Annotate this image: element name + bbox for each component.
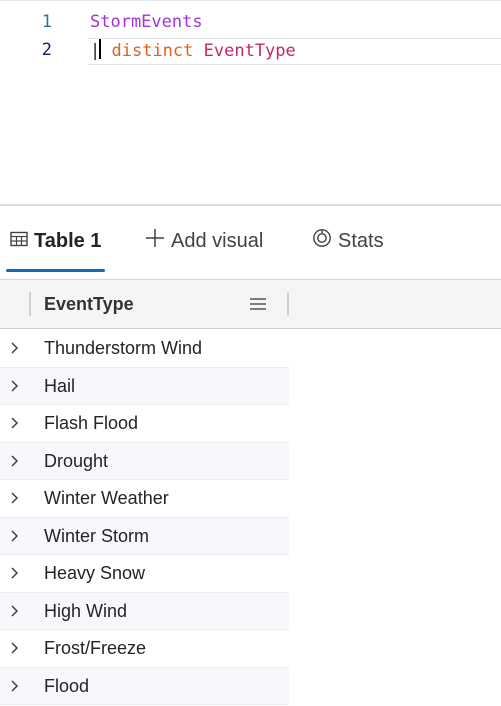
chevron-right-icon[interactable] (8, 416, 22, 430)
event-type-cell: High Wind (44, 600, 128, 621)
table-row[interactable]: Flood (0, 667, 289, 705)
event-type-cell: Hail (44, 375, 76, 396)
event-type-cell: Frost/Freeze (44, 638, 147, 658)
tab-table-1[interactable]: Table 1 (10, 226, 101, 256)
table-row[interactable]: Drought (0, 442, 289, 480)
column-name-token: EventType (203, 41, 296, 61)
code-text[interactable]: StormEvents (88, 10, 501, 35)
tab-label: Table 1 (34, 229, 102, 252)
chevron-right-icon[interactable] (8, 491, 22, 505)
chevron-right-icon[interactable] (8, 604, 22, 618)
chevron-right-icon[interactable] (8, 454, 22, 468)
table-name-token: StormEvents (90, 12, 203, 32)
table-row[interactable]: High Wind (0, 592, 289, 630)
table-row[interactable]: Hail (0, 367, 289, 405)
tab-stats[interactable]: Stats (312, 226, 384, 256)
chevron-right-icon[interactable] (8, 566, 22, 580)
event-type-cell: Drought (44, 450, 109, 471)
query-editor[interactable]: 1 StormEvents 2 | distinct EventType (0, 0, 501, 205)
chevron-right-icon[interactable] (8, 529, 22, 543)
tab-add-visual[interactable]: Add visual (145, 226, 263, 256)
stats-icon (312, 228, 332, 254)
table-row[interactable]: Winter Storm (0, 517, 289, 555)
event-type-cell: Thunderstorm Wind (44, 338, 203, 358)
code-line-2: 2 | distinct EventType (0, 38, 501, 65)
table-row[interactable]: Heavy Snow (0, 555, 289, 593)
event-type-cell: Winter Weather (44, 488, 169, 508)
event-type-cell: Flash Flood (44, 413, 139, 433)
chevron-right-icon[interactable] (8, 379, 22, 393)
event-type-cell: Flood (44, 675, 90, 696)
distinct-keyword-token: distinct (111, 41, 194, 61)
grid-body: Thunderstorm Wind Hail Flash Flood Droug… (0, 330, 501, 705)
chevron-right-icon[interactable] (8, 341, 22, 355)
code-line-1: 1 StormEvents (0, 10, 501, 35)
event-type-cell: Heavy Snow (44, 563, 146, 583)
hamburger-menu-icon[interactable] (249, 296, 267, 312)
table-row[interactable]: Flash Flood (0, 405, 289, 443)
table-row[interactable]: Frost/Freeze (0, 630, 289, 668)
active-tab-indicator (6, 269, 105, 272)
table-row[interactable]: Thunderstorm Wind (0, 330, 289, 368)
tab-label: Add visual (171, 229, 264, 252)
results-tab-bar: Table 1 Add visual Stats (0, 206, 501, 278)
grid-header: EventType (0, 279, 501, 329)
line-number: 2 (41, 40, 52, 60)
plus-icon (145, 228, 165, 254)
event-type-cell: Winter Storm (44, 525, 150, 546)
code-text[interactable]: | distinct EventType (88, 38, 501, 65)
table-row[interactable]: Winter Weather (0, 480, 289, 518)
chevron-right-icon[interactable] (8, 679, 22, 693)
text-cursor (99, 39, 102, 59)
tab-label: Stats (338, 229, 384, 252)
table-icon (10, 230, 28, 253)
column-separator (29, 292, 31, 316)
column-header-eventtype[interactable]: EventType (44, 294, 134, 315)
line-number: 1 (41, 12, 52, 32)
column-resize-handle[interactable] (287, 292, 289, 316)
chevron-right-icon[interactable] (8, 641, 22, 655)
